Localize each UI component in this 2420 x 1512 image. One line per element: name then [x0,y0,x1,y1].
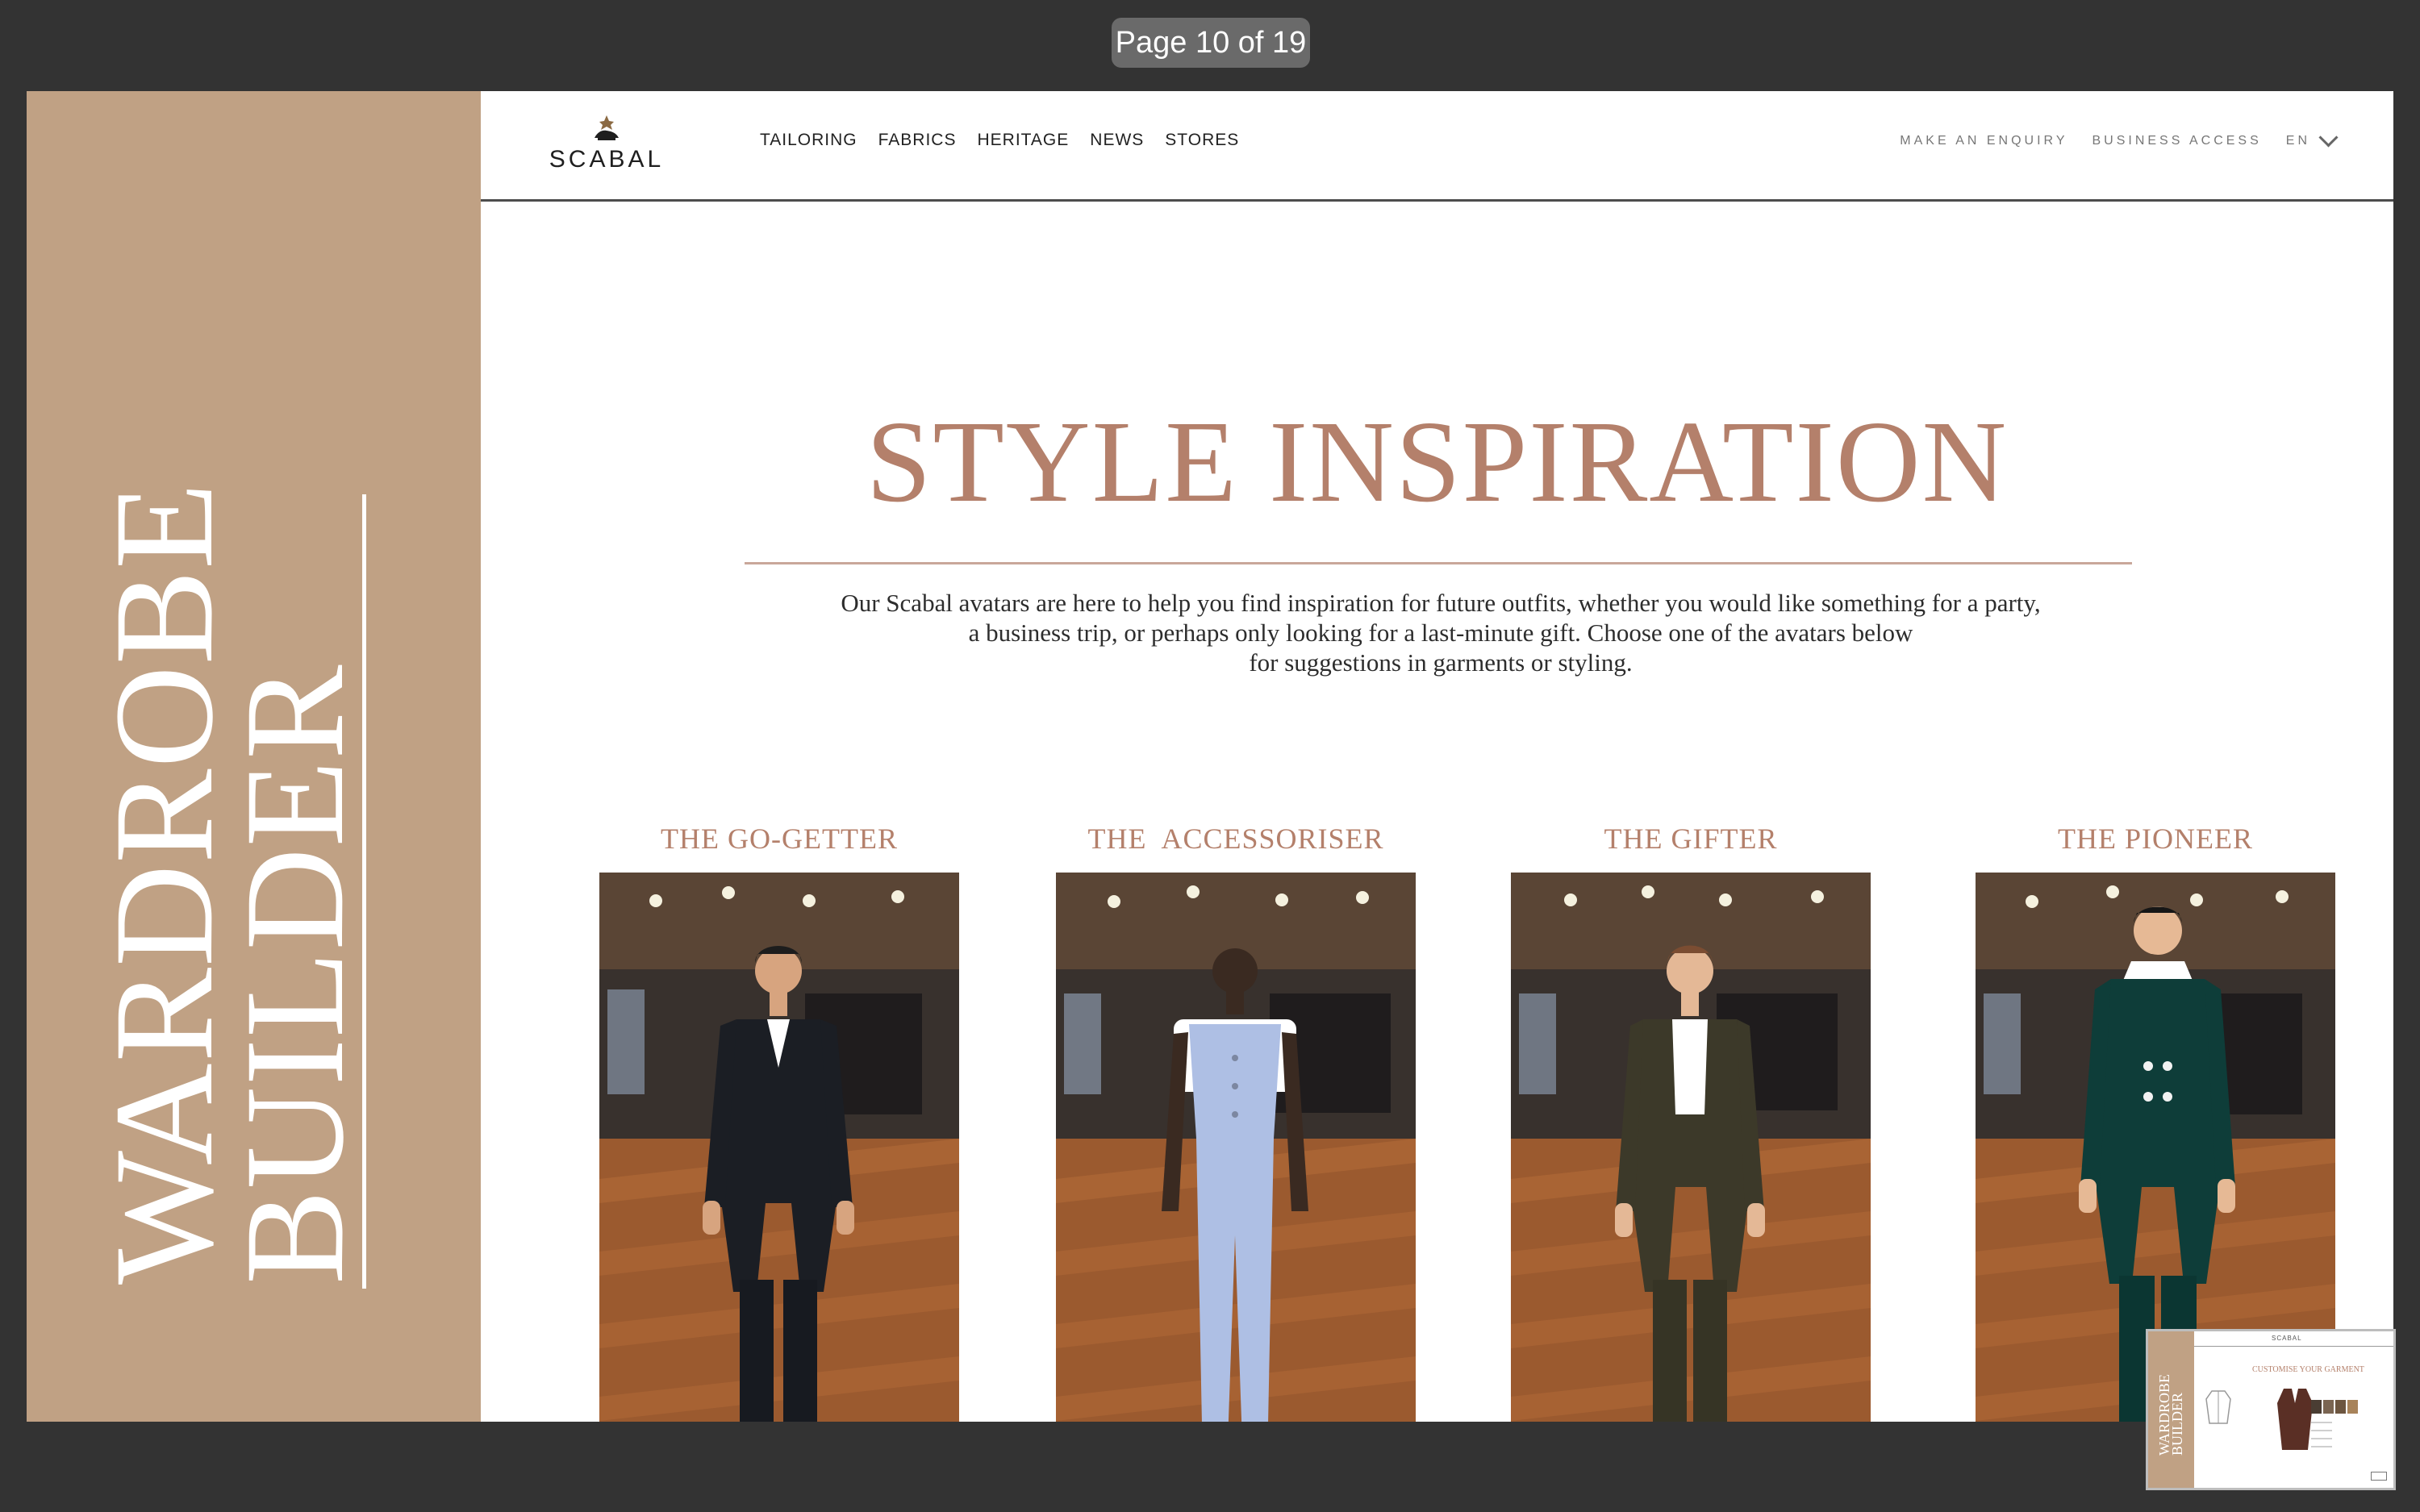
thumbnail-heading: CUSTOMISE YOUR GARMENT [2252,1365,2364,1374]
wardrobe-builder-panel: WARDROBE BUILDER [27,91,481,1422]
next-slide-thumbnail[interactable]: WARDROBE BUILDER SCABAL CUSTOMISE YOUR G… [2146,1329,2396,1490]
nav-stores[interactable]: STORES [1165,131,1239,150]
jacket-preview-icon [2277,1389,2313,1450]
page-title: STYLE INSPIRATION [866,398,2009,527]
main-navigation: TAILORING FABRICS HERITAGE NEWS STORES [760,131,1239,150]
thumbnail-side-panel: WARDROBE BUILDER [2148,1331,2194,1488]
intro-line: for suggestions in garments or styling. [1249,648,1633,677]
option-line [2311,1446,2332,1447]
scabal-logo[interactable]: SCABAL [542,114,671,178]
option-line [2311,1430,2332,1431]
go-getter-avatar-scene [599,873,959,1422]
language-label: EN [2285,134,2310,148]
builder-title-line: BUILDER [216,664,373,1285]
fabric-swatch [2311,1400,2322,1414]
nav-fabrics[interactable]: FABRICS [878,131,957,150]
thumbnail-webpage: SCABAL CUSTOMISE YOUR GARMENT [2194,1331,2393,1488]
scabal-webpage: SCABAL TAILORING FABRICS HERITAGE NEWS S… [481,91,2393,1422]
language-selector[interactable]: EN [2285,127,2339,148]
wardrobe-builder-title: WARDROBE BUILDER [86,481,373,1285]
avatar-title: THE GO-GETTER [661,823,898,855]
title-divider [745,562,2132,564]
current-slide: WARDROBE BUILDER SCABAL TAILORING FABRIC… [27,91,2393,1422]
avatar-image-accessoriser[interactable] [1056,873,1416,1422]
shirt-sketch-icon [2205,1390,2231,1424]
site-header: SCABAL TAILORING FABRICS HERITAGE NEWS S… [481,91,2393,202]
fabric-swatch [2347,1400,2358,1414]
avatar-image-go-getter[interactable] [599,873,959,1422]
thumbnail-swatches [2311,1400,2358,1414]
accessoriser-avatar-scene [1056,873,1416,1422]
option-line [2311,1438,2332,1439]
lion-crest-icon [595,115,619,140]
document-viewer: Page 10 of 19 WARDROBE BUILDER SCABAL TA… [0,0,2420,1512]
wardrobe-title-line: WARDROBE [86,481,243,1285]
thumbnail-option-lines [2311,1422,2332,1454]
gifter-avatar-scene [1511,873,1871,1422]
side-divider [362,494,366,1289]
make-enquiry-link[interactable]: MAKE AN ENQUIRY [1900,134,2067,148]
nav-news[interactable]: NEWS [1090,131,1144,150]
page-indicator: Page 10 of 19 [1112,18,1310,68]
thumbnail-side-title: WARDROBE BUILDER [2156,1374,2185,1456]
avatar-title: THE PIONEER [2058,823,2253,855]
fabric-swatch [2323,1400,2334,1414]
logo-text: SCABAL [549,146,665,173]
chevron-down-icon [2318,127,2339,148]
avatar-title: THE GIFTER [1604,823,1778,855]
intro-line: Our Scabal avatars are here to help you … [841,589,2041,617]
thumbnail-corner-icon [2371,1472,2387,1481]
utility-navigation: MAKE AN ENQUIRY BUSINESS ACCESS EN [1900,127,2339,148]
nav-heritage[interactable]: HERITAGE [977,131,1069,150]
thumbnail-builder-line: BUILDER [2169,1393,2185,1456]
avatar-image-gifter[interactable] [1511,873,1871,1422]
avatar-title: THE ACCESSORISER [1087,823,1384,855]
thumbnail-header: SCABAL [2194,1331,2393,1347]
nav-tailoring[interactable]: TAILORING [760,131,857,150]
intro-paragraph: Our Scabal avatars are here to help you … [747,588,2134,677]
option-line [2311,1422,2332,1423]
intro-line: a business trip, or perhaps only looking… [968,619,1913,647]
thumbnail-logo: SCABAL [2272,1335,2302,1342]
fabric-swatch [2335,1400,2346,1414]
business-access-link[interactable]: BUSINESS ACCESS [2092,134,2261,148]
